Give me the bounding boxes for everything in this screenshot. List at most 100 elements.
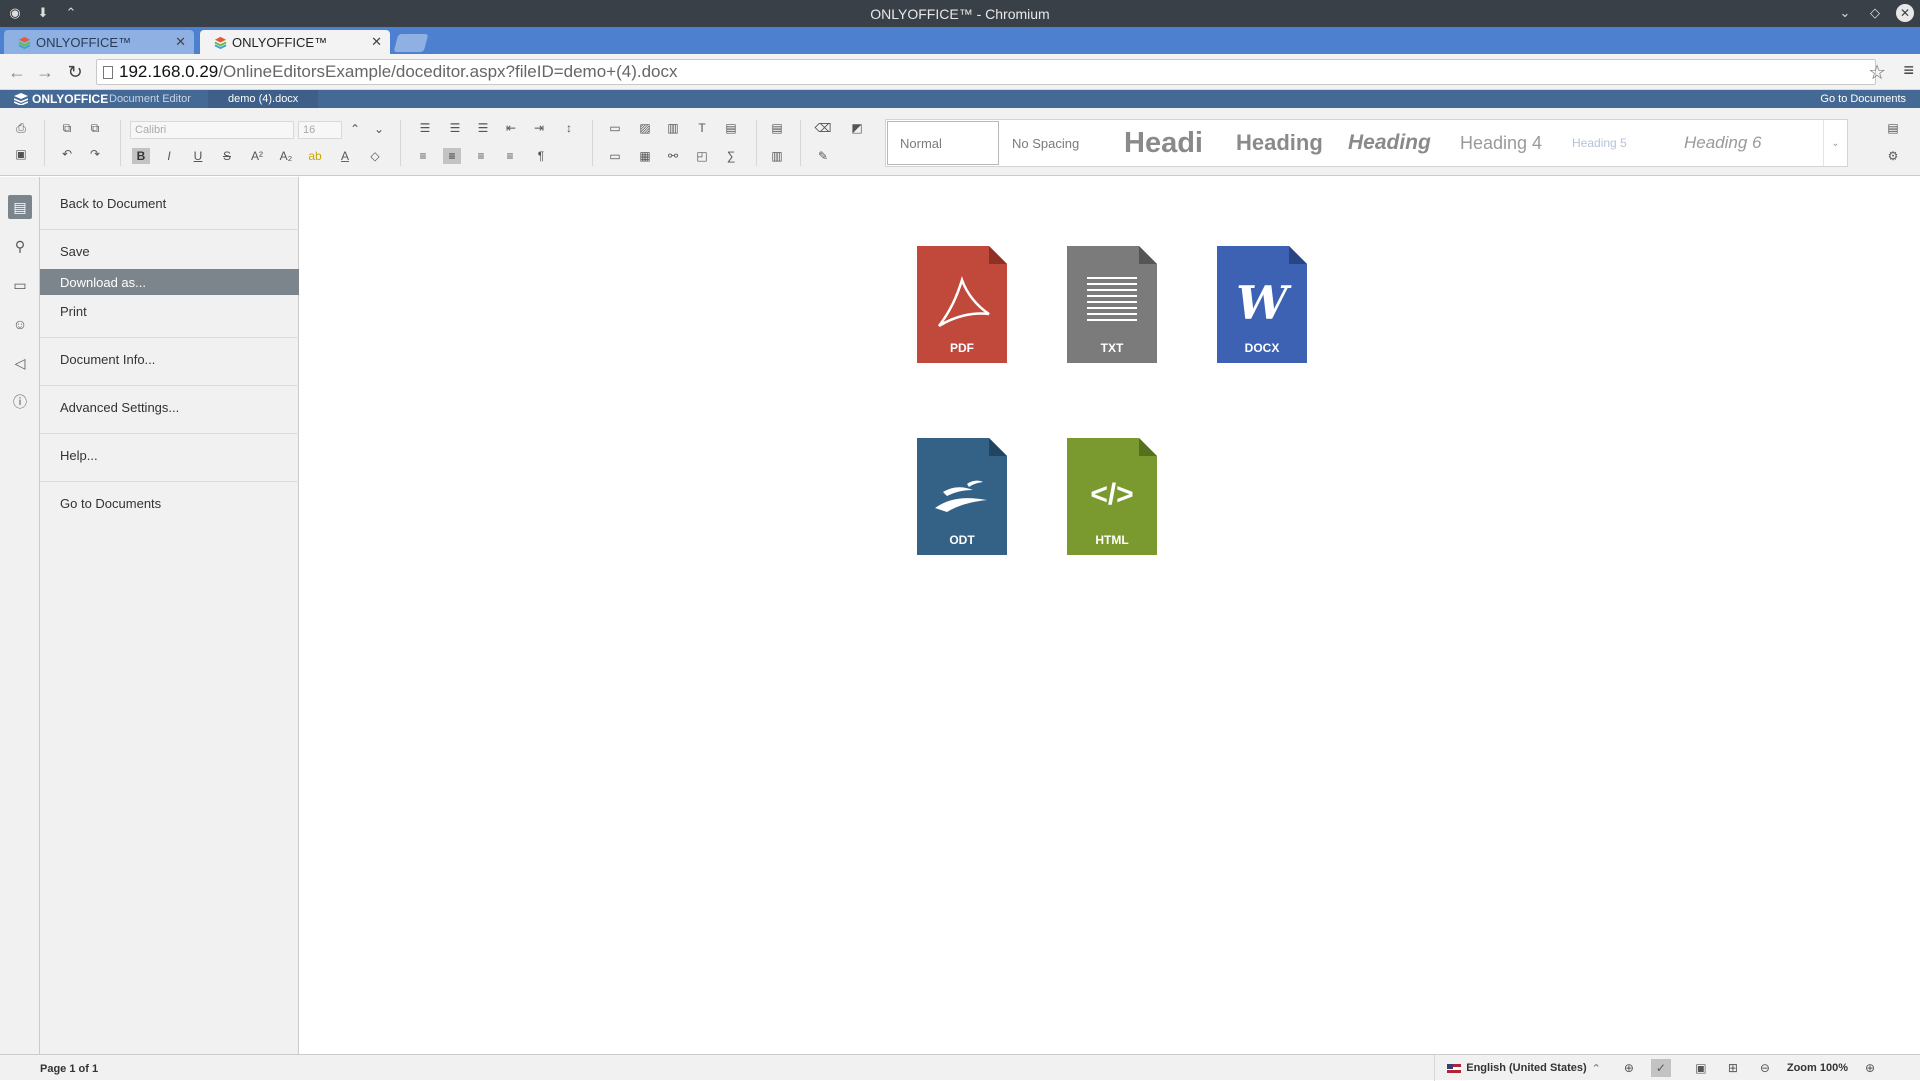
user-icon[interactable]: ☺	[8, 312, 32, 336]
minimize-button[interactable]: ⌄	[1836, 4, 1854, 22]
browser-menu-icon[interactable]: ≡	[1903, 60, 1914, 81]
info-icon[interactable]: ⓘ	[8, 390, 32, 414]
color-scheme-icon[interactable]: ◩	[848, 120, 866, 136]
decrease-font-icon[interactable]: ⌄	[370, 121, 388, 137]
help-item[interactable]: Help...	[40, 442, 299, 468]
toolbar-divider	[44, 120, 45, 166]
page-break-icon[interactable]: ▭	[606, 120, 624, 136]
numbering-icon[interactable]: ☰	[446, 120, 464, 136]
line-spacing-icon[interactable]: ↕	[560, 120, 578, 136]
view-settings-icon[interactable]: ▤	[1884, 120, 1902, 136]
shapes-icon[interactable]: ◰	[693, 148, 711, 164]
copy-style-icon[interactable]: ✎	[814, 148, 832, 164]
style-heading-4[interactable]: Heading 4	[1448, 120, 1560, 166]
align-right-icon[interactable]: ≡	[472, 148, 490, 164]
clear-style-icon[interactable]: ⌫	[814, 120, 832, 136]
print-icon[interactable]: ⎙	[12, 120, 30, 136]
justify-icon[interactable]: ≡	[501, 148, 519, 164]
italic-icon[interactable]: I	[160, 148, 178, 164]
back-arrow-icon[interactable]: ←	[6, 62, 28, 83]
save-icon[interactable]: ▣	[12, 146, 30, 162]
close-tab-icon[interactable]: ✕	[175, 34, 186, 50]
print-item[interactable]: Print	[40, 298, 299, 324]
download-odt-button[interactable]: ODT	[917, 438, 1007, 555]
fit-to-width-icon[interactable]: ⊞	[1723, 1059, 1743, 1077]
file-menu-icon[interactable]: ▤	[8, 195, 32, 219]
style-heading-5[interactable]: Heading 5	[1560, 120, 1672, 166]
strikethrough-icon[interactable]: S	[218, 148, 236, 164]
page-size-icon[interactable]: ▥	[768, 148, 786, 164]
document-language-icon[interactable]: ⊕	[1619, 1059, 1639, 1077]
search-icon[interactable]: ⚲	[8, 234, 32, 258]
columns-icon[interactable]: ▤	[722, 120, 740, 136]
copy-icon[interactable]: ⧉	[58, 120, 76, 136]
document-name: demo (4).docx	[208, 90, 319, 108]
download-docx-button[interactable]: W DOCX	[1217, 246, 1307, 363]
back-to-document-item[interactable]: Back to Document	[40, 190, 299, 216]
equation-icon[interactable]: ∑	[722, 148, 740, 164]
gear-icon[interactable]: ⚙	[1884, 148, 1902, 164]
close-tab-icon[interactable]: ✕	[371, 34, 382, 50]
insert-image-icon[interactable]: ▨	[636, 120, 654, 136]
insert-chart-icon[interactable]: ▥	[664, 120, 682, 136]
document-info-item[interactable]: Document Info...	[40, 346, 299, 372]
header-footer-icon[interactable]: ▭	[606, 148, 624, 164]
download-html-button[interactable]: </> HTML	[1067, 438, 1157, 555]
spell-check-icon[interactable]: ✓	[1650, 1059, 1671, 1077]
undo-icon[interactable]: ↶	[58, 146, 76, 162]
zoom-out-icon[interactable]: ⊖	[1755, 1059, 1775, 1077]
address-bar[interactable]: 192.168.0.29/OnlineEditorsExample/docedi…	[96, 59, 1876, 85]
fit-to-page-icon[interactable]: ▣	[1691, 1059, 1711, 1077]
style-heading-2[interactable]: Heading	[1224, 120, 1336, 166]
tab-onlyoffice-1[interactable]: ONLYOFFICE™ ✕	[4, 30, 194, 54]
style-heading-1[interactable]: Headi	[1112, 120, 1224, 166]
save-item[interactable]: Save	[40, 238, 299, 264]
go-to-documents-item[interactable]: Go to Documents	[40, 490, 299, 516]
download-txt-button[interactable]: TXT	[1067, 246, 1157, 363]
forward-arrow-icon[interactable]: →	[34, 62, 56, 83]
style-heading-6[interactable]: Heading 6	[1672, 120, 1784, 166]
bold-icon[interactable]: B	[132, 148, 150, 164]
left-sidebar: ▤ ⚲ ▭ ☺ ◁ ⓘ	[0, 177, 40, 1054]
style-normal[interactable]: Normal	[887, 121, 999, 165]
zoom-in-icon[interactable]: ⊕	[1860, 1059, 1880, 1077]
increase-font-icon[interactable]: ⌃	[346, 121, 364, 137]
advanced-settings-item[interactable]: Advanced Settings...	[40, 394, 299, 420]
reload-icon[interactable]: ↻	[64, 62, 86, 83]
hyperlink-icon[interactable]: ⚯	[664, 148, 682, 164]
style-no-spacing[interactable]: No Spacing	[1000, 120, 1112, 166]
maximize-button[interactable]: ◇	[1866, 4, 1884, 22]
styles-expand-icon[interactable]: ⌄	[1823, 120, 1847, 166]
font-name-select[interactable]: Calibri	[130, 121, 294, 139]
tab-onlyoffice-2[interactable]: ONLYOFFICE™ ✕	[200, 30, 390, 54]
font-color-icon[interactable]: A	[336, 148, 354, 164]
go-to-documents-link[interactable]: Go to Documents	[1820, 93, 1906, 105]
download-pdf-button[interactable]: PDF	[917, 246, 1007, 363]
font-size-select[interactable]: 16	[298, 121, 342, 139]
language-selector[interactable]: English (United States) ⌃	[1434, 1055, 1613, 1081]
highlight-icon[interactable]: ab	[306, 148, 324, 164]
decrease-indent-icon[interactable]: ⇤	[502, 120, 520, 136]
paste-icon[interactable]: ⧉	[86, 120, 104, 136]
nonprinting-characters-icon[interactable]: ¶	[532, 148, 550, 164]
comments-icon[interactable]: ▭	[8, 273, 32, 297]
close-window-button[interactable]: ✕	[1896, 4, 1914, 22]
insert-table-icon[interactable]: ▦	[636, 148, 654, 164]
download-as-item[interactable]: Download as...	[40, 269, 299, 295]
bookmark-star-icon[interactable]: ☆	[1868, 60, 1886, 85]
text-box-icon[interactable]: T	[693, 120, 711, 136]
multilevel-list-icon[interactable]: ☰	[474, 120, 492, 136]
paragraph-shading-icon[interactable]: ◇	[366, 148, 384, 164]
style-heading-3[interactable]: Heading	[1336, 120, 1448, 166]
paste-special-icon[interactable]: ▤	[768, 120, 786, 136]
increase-indent-icon[interactable]: ⇥	[530, 120, 548, 136]
new-tab-button[interactable]	[393, 34, 429, 52]
feedback-speaker-icon[interactable]: ◁	[8, 351, 32, 375]
align-left-icon[interactable]: ≡	[414, 148, 432, 164]
bullets-icon[interactable]: ☰	[416, 120, 434, 136]
underline-icon[interactable]: U	[189, 148, 207, 164]
redo-icon[interactable]: ↷	[86, 146, 104, 162]
align-center-icon[interactable]: ≡	[443, 148, 461, 164]
superscript-icon[interactable]: A²	[248, 148, 266, 164]
subscript-icon[interactable]: A₂	[277, 148, 295, 164]
